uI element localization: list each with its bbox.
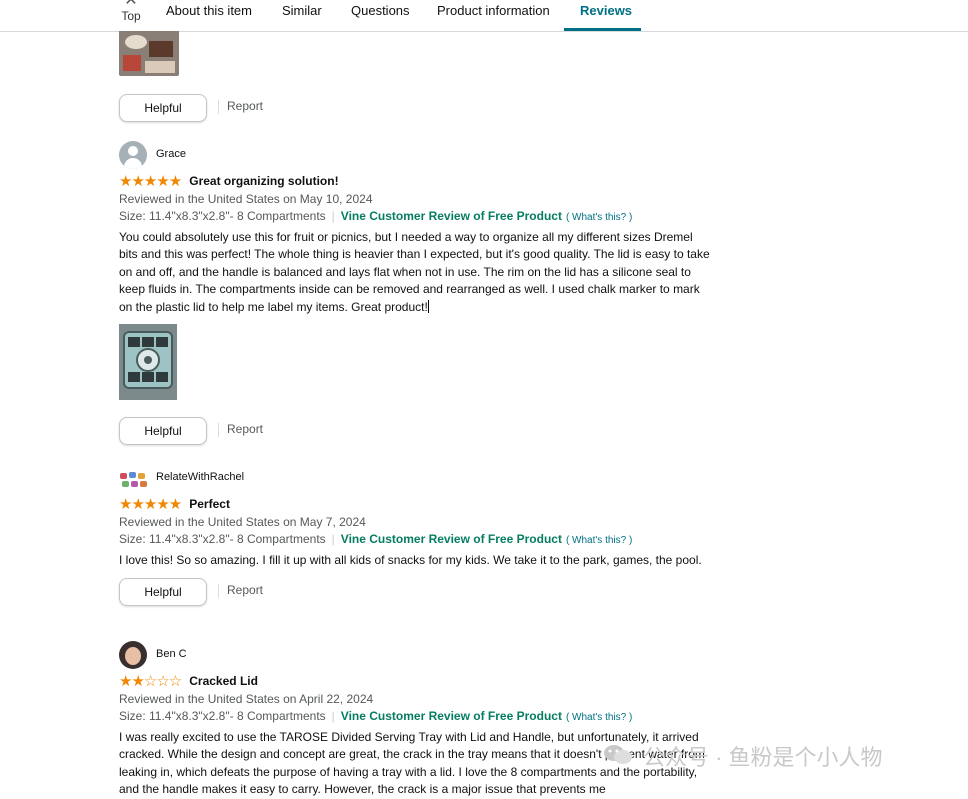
divider [218, 584, 219, 599]
review-item: Grace ★★★★★ Great organizing solution! R… [119, 141, 719, 446]
rating-row: ★★★★★ Perfect [119, 495, 719, 513]
reviewer-name: Ben C [156, 648, 187, 660]
review-date: Reviewed in the United States on April 2… [119, 692, 374, 706]
review-title[interactable]: Perfect [189, 497, 230, 511]
review-body-text: You could absolutely use this for fruit … [119, 230, 710, 314]
report-link[interactable]: Report [227, 99, 263, 113]
tab-similar[interactable]: Similar [282, 3, 322, 18]
divider: | [331, 709, 335, 723]
reviewer-profile[interactable]: RelateWithRachel [119, 464, 719, 492]
avatar [119, 141, 147, 169]
reviewer-profile[interactable]: Ben C [119, 641, 719, 669]
watermark-text: 公众号 · 鱼粉是个小人物 [643, 745, 883, 770]
review-meta: Size: 11.4"x8.3"x2.8"- 8 Compartments | Vi… [119, 531, 719, 549]
helpful-button[interactable]: Helpful [119, 94, 207, 122]
avatar [119, 641, 147, 669]
divider [218, 100, 219, 114]
review-item: Ben C ★★☆☆☆ Cracked Lid Reviewed in the … [119, 641, 719, 799]
whats-this-link[interactable]: ( What's this? ) [566, 712, 632, 723]
divider: | [331, 209, 335, 223]
review-body: You could absolutely use this for fruit … [119, 229, 714, 316]
tab-product-information[interactable]: Product information [437, 3, 550, 18]
vine-badge: Vine Customer Review of Free Product [340, 532, 562, 546]
review-meta: Size: 11.4"x8.3"x2.8"- 8 Compartments | Vi… [119, 708, 719, 726]
star-rating[interactable]: ★★★★★ [119, 172, 182, 190]
vine-badge: Vine Customer Review of Free Product [340, 209, 562, 223]
active-tab-indicator [564, 28, 641, 31]
reviewer-profile[interactable]: Grace [119, 141, 719, 169]
reviewer-name: Grace [156, 148, 186, 160]
review-meta: Size: 11.4"x8.3"x2.8"- 8 Compartments | Vi… [119, 208, 719, 226]
vine-badge: Vine Customer Review of Free Product [340, 709, 562, 723]
tab-about-this-item[interactable]: About this item [166, 3, 252, 18]
report-link[interactable]: Report [227, 583, 263, 597]
review-nav-bar: ✕ Top About this item Similar Questions … [0, 0, 968, 32]
review-actions: Helpful Report [119, 417, 719, 446]
divider [218, 423, 219, 438]
star-rating[interactable]: ★★☆☆☆ [119, 672, 182, 690]
review-date: Reviewed in the United States on May 7, … [119, 515, 366, 529]
reviewer-name: RelateWithRachel [156, 471, 245, 483]
rating-row: ★★★★★ Great organizing solution! [119, 172, 719, 190]
size-variant[interactable]: Size: 11.4"x8.3"x2.8"- 8 Compartments [119, 532, 326, 546]
avatar [119, 464, 149, 492]
close-icon: ✕ [124, 0, 138, 9]
review-title[interactable]: Great organizing solution! [189, 174, 338, 188]
watermark: 公众号 · 鱼粉是个小人物 [603, 740, 943, 772]
whats-this-link[interactable]: ( What's this? ) [566, 212, 632, 223]
review-body: I love this! So so amazing. I fill it up… [119, 553, 702, 567]
top-label: Top [121, 9, 141, 23]
divider: | [331, 532, 335, 546]
review-image-thumbnail[interactable] [119, 31, 179, 76]
tab-reviews[interactable]: Reviews [580, 3, 632, 18]
star-rating[interactable]: ★★★★★ [119, 495, 182, 513]
review-image-thumbnail[interactable] [119, 324, 177, 401]
review-actions: Helpful Report [119, 94, 419, 122]
wechat-icon [604, 745, 632, 764]
tab-questions[interactable]: Questions [351, 3, 410, 18]
review-item: RelateWithRachel ★★★★★ Perfect Reviewed … [119, 464, 719, 607]
size-variant[interactable]: Size: 11.4"x8.3"x2.8"- 8 Compartments [119, 709, 326, 723]
report-link[interactable]: Report [227, 422, 263, 436]
tray-photo-icon [119, 324, 177, 401]
review-actions: Helpful Report [119, 578, 719, 607]
size-variant[interactable]: Size: 11.4"x8.3"x2.8"- 8 Compartments [119, 209, 326, 223]
review-date: Reviewed in the United States on May 10,… [119, 192, 373, 206]
helpful-button[interactable]: Helpful [119, 578, 207, 607]
whats-this-link[interactable]: ( What's this? ) [566, 535, 632, 546]
helpful-button[interactable]: Helpful [119, 417, 207, 446]
review-title[interactable]: Cracked Lid [189, 674, 258, 688]
back-to-top-button[interactable]: ✕ Top [112, 0, 150, 28]
text-cursor [427, 299, 429, 313]
rating-row: ★★☆☆☆ Cracked Lid [119, 672, 719, 690]
